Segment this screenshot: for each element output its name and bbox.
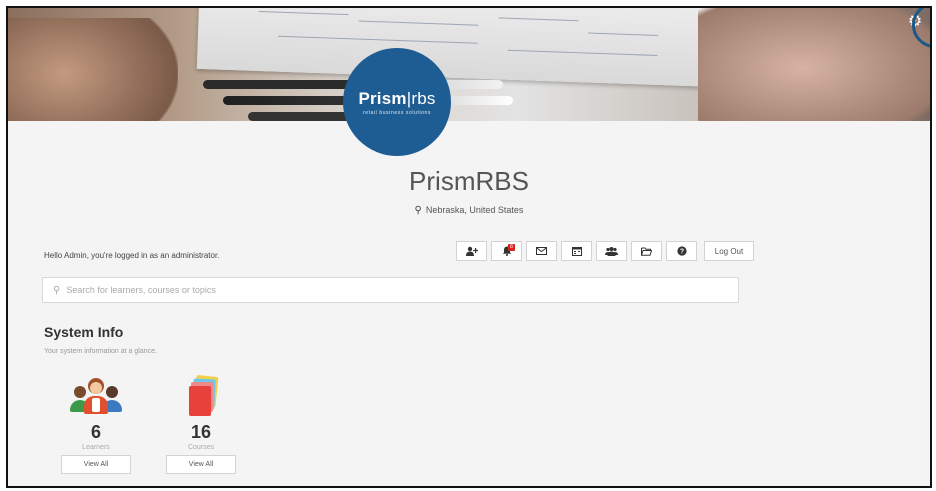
envelope-icon [536, 247, 547, 255]
help-button[interactable]: ? [666, 241, 697, 261]
logo-wordmark: Prism|rbs [358, 88, 436, 108]
question-icon: ? [676, 246, 687, 256]
view-all-learners-button[interactable]: View All [61, 455, 131, 474]
location-text: Nebraska, United States [425, 205, 524, 215]
org-location: ⚲ Nebraska, United States [8, 205, 930, 216]
banner-hand-right [698, 8, 930, 121]
groups-button[interactable] [596, 241, 627, 261]
banner-hand-left [8, 18, 178, 121]
calendar-icon [571, 246, 582, 256]
learners-illustration-icon [70, 376, 122, 418]
courses-count: 16 [190, 422, 212, 442]
add-user-button[interactable] [456, 241, 487, 261]
learners-stat: 6 Learners View All [60, 376, 132, 474]
org-name: PrismRBS [409, 166, 529, 196]
courses-stat: 16 Courses View All [165, 374, 237, 474]
calendar-button[interactable] [561, 241, 592, 261]
map-pin-icon: ⚲ [414, 205, 422, 216]
users-icon [605, 246, 618, 256]
admin-toolbar: 8 ? Log Out [456, 241, 754, 261]
user-plus-icon [465, 246, 478, 256]
folder-icon [641, 247, 652, 256]
view-all-courses-button[interactable]: View All [166, 455, 236, 474]
cover-banner: ⚙ [8, 8, 930, 121]
logo-tagline: retail business solutions [362, 109, 432, 116]
logout-button[interactable]: Log Out [704, 241, 754, 261]
settings-gear-icon[interactable]: ⚙ [903, 10, 927, 34]
admin-greeting: Hello Admin, you're logged in as an admi… [44, 251, 220, 260]
system-info-subtitle: Your system information at a glance. [44, 348, 157, 355]
folder-button[interactable] [631, 241, 662, 261]
learners-label: Learners [82, 444, 110, 451]
notification-count-badge: 8 [508, 244, 515, 251]
banner-paper [196, 8, 720, 88]
courses-label: Courses [187, 444, 215, 451]
search-bar[interactable]: ⚲ [42, 277, 739, 303]
notifications-button[interactable]: 8 [491, 241, 522, 261]
org-logo: Prism|rbs retail business solutions [343, 48, 451, 156]
messages-button[interactable] [526, 241, 557, 261]
page-frame: ⚙ Prism|rbs retail business solutions Pr… [6, 6, 932, 488]
system-info-title: System Info [44, 324, 124, 340]
search-icon: ⚲ [53, 284, 61, 296]
svg-text:?: ? [679, 249, 683, 256]
learners-count: 6 [90, 422, 101, 442]
search-input[interactable] [66, 285, 707, 295]
courses-illustration-icon [175, 374, 227, 418]
